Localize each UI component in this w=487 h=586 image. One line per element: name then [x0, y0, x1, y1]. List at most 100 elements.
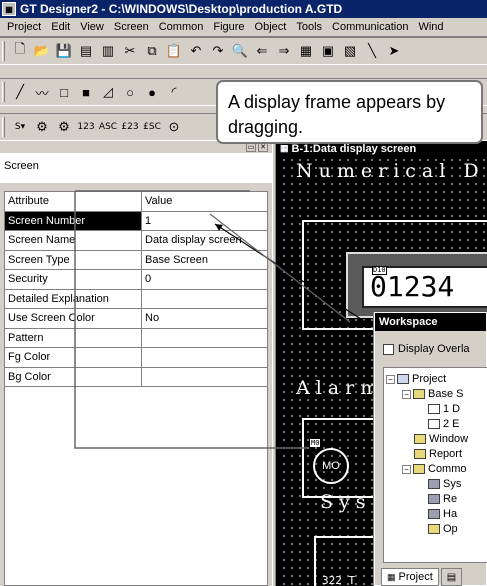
checkbox-box[interactable]: [383, 343, 394, 355]
menu-window[interactable]: Wind: [413, 21, 448, 33]
filled-rectangle-icon[interactable]: ■: [75, 81, 97, 103]
ascii-input-icon[interactable]: £SC: [141, 116, 163, 138]
toolbar-grip[interactable]: [2, 41, 5, 61]
property-value[interactable]: Base Screen: [142, 251, 267, 270]
lamp-icon[interactable]: ⚙: [31, 116, 53, 138]
grid-icon[interactable]: ▣: [317, 40, 339, 62]
property-value[interactable]: [142, 290, 267, 309]
tree-node-recipe[interactable]: Re: [428, 492, 457, 506]
menu-project[interactable]: Project: [2, 21, 46, 33]
property-row[interactable]: Bg Color: [5, 367, 267, 387]
circle-icon[interactable]: ○: [119, 81, 141, 103]
menu-screen[interactable]: Screen: [109, 21, 154, 33]
collapse-icon[interactable]: −: [402, 389, 411, 399]
tree-node-system[interactable]: Sys: [428, 477, 461, 491]
paste-icon[interactable]: 📋: [163, 40, 185, 62]
menu-communication[interactable]: Communication: [327, 21, 413, 33]
menu-figure[interactable]: Figure: [208, 21, 249, 33]
gt-designer-icon[interactable]: ▦: [2, 2, 16, 16]
switch-icon[interactable]: S▾: [9, 116, 31, 138]
property-row[interactable]: Use Screen Color No: [5, 309, 267, 329]
property-attribute: Security: [5, 270, 142, 289]
clock-icon[interactable]: ⊙: [163, 116, 185, 138]
property-value[interactable]: 1: [142, 212, 267, 231]
property-value[interactable]: [142, 348, 267, 367]
property-row[interactable]: Screen Number 1: [5, 211, 267, 231]
close-icon[interactable]: ✕: [258, 143, 268, 152]
menu-tools[interactable]: Tools: [291, 21, 327, 33]
property-value[interactable]: 0: [142, 270, 267, 289]
lamp-object[interactable]: MO: [313, 448, 349, 484]
numerical-heading[interactable]: Numerical D: [296, 160, 485, 182]
property-value[interactable]: [142, 368, 267, 387]
lamp2-icon[interactable]: ⚙: [53, 116, 75, 138]
ascii-display-icon[interactable]: ASC: [97, 116, 119, 138]
open-icon[interactable]: 📂: [31, 40, 53, 62]
tree-node-common[interactable]: − Commo: [402, 462, 467, 476]
property-row[interactable]: Screen Name Data display screen: [5, 231, 267, 251]
tree-node-base-screen[interactable]: − Base S: [402, 387, 463, 401]
toolbar-grip[interactable]: [2, 117, 5, 137]
restore-icon[interactable]: ▭: [246, 143, 256, 152]
project-tree: − Project − Base S 1 D 2 E Window Report…: [383, 367, 487, 563]
alarm-heading[interactable]: Alarm: [296, 377, 384, 399]
back-icon[interactable]: ⇐: [251, 40, 273, 62]
line-icon[interactable]: ╱: [9, 81, 31, 103]
property-row[interactable]: Security 0: [5, 270, 267, 290]
filled-circle-icon[interactable]: ●: [141, 81, 163, 103]
rectangle-icon[interactable]: □: [53, 81, 75, 103]
cut-icon[interactable]: ✂: [119, 40, 141, 62]
display-overlap-checkbox[interactable]: Display Overla: [383, 343, 470, 355]
save-all-icon[interactable]: ▤: [75, 40, 97, 62]
tree-node-label: Report: [429, 448, 463, 460]
tree-node-project[interactable]: − Project: [386, 372, 446, 386]
numerical-input-icon[interactable]: £23: [119, 116, 141, 138]
arc-icon[interactable]: ◜: [163, 81, 185, 103]
property-value[interactable]: [142, 329, 267, 348]
numerical-display-value: 01234: [370, 270, 455, 303]
collapse-icon[interactable]: −: [402, 464, 411, 474]
zoom-icon[interactable]: 🔍: [229, 40, 251, 62]
folder-icon: [413, 464, 425, 474]
property-row[interactable]: Screen Type Base Screen: [5, 250, 267, 270]
numerical-display-icon[interactable]: 123: [75, 116, 97, 138]
numerical-display-object[interactable]: D10 01234: [346, 252, 487, 318]
print-icon[interactable]: ▥: [97, 40, 119, 62]
menu-common[interactable]: Common: [154, 21, 209, 33]
forward-icon[interactable]: ⇒: [273, 40, 295, 62]
system-heading[interactable]: Sys: [320, 491, 372, 513]
undo-icon[interactable]: ↶: [185, 40, 207, 62]
tab-project[interactable]: ▦ Project: [381, 568, 439, 586]
tree-node-hardcopy[interactable]: Ha: [428, 507, 457, 521]
tree-node-label: Ha: [443, 508, 458, 520]
redo-icon[interactable]: ↷: [207, 40, 229, 62]
layer-icon[interactable]: ▧: [339, 40, 361, 62]
tree-node-report[interactable]: Report: [414, 447, 462, 461]
polygon-icon[interactable]: ◿: [97, 81, 119, 103]
tree-node-window[interactable]: Window: [414, 432, 468, 446]
save-icon[interactable]: 💾: [53, 40, 75, 62]
menu-view[interactable]: View: [75, 21, 109, 33]
property-row[interactable]: Detailed Explanation: [5, 289, 267, 309]
property-row[interactable]: Fg Color: [5, 348, 267, 368]
tree-node-screen-2[interactable]: 2 E: [428, 417, 460, 431]
attribute-header: Attribute: [5, 192, 142, 211]
collapse-icon[interactable]: −: [386, 374, 395, 384]
line-tool-icon[interactable]: ╲: [361, 40, 383, 62]
property-value[interactable]: No: [142, 309, 267, 328]
menu-object[interactable]: Object: [250, 21, 292, 33]
tab-screen[interactable]: ▤: [440, 568, 463, 586]
toolbar-grip[interactable]: [2, 82, 5, 102]
polyline-icon[interactable]: 〰: [31, 81, 53, 103]
tree-node-operation[interactable]: Op: [428, 522, 458, 536]
property-row[interactable]: Pattern: [5, 328, 267, 348]
tree-node-screen-1[interactable]: 1 D: [428, 402, 460, 416]
copy-icon[interactable]: ⧉: [141, 40, 163, 62]
property-attribute: Screen Number: [5, 211, 142, 230]
property-value[interactable]: Data display screen: [142, 231, 267, 250]
screen-list-icon[interactable]: ▦: [295, 40, 317, 62]
new-icon[interactable]: 🗋: [9, 40, 31, 62]
text-object[interactable]: 322 T: [322, 574, 355, 586]
menu-edit[interactable]: Edit: [46, 21, 75, 33]
pointer-icon[interactable]: ➤: [383, 40, 405, 62]
